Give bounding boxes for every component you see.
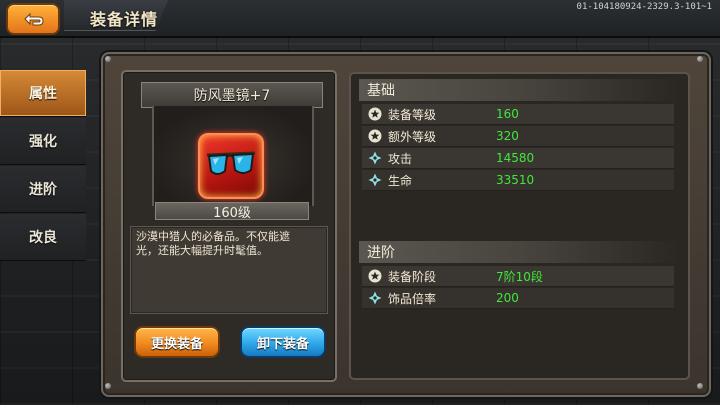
item-name: 防风墨镜+7 — [141, 82, 323, 108]
tab-improve[interactable]: 改良 — [0, 214, 86, 261]
stat-label: 装备等级 — [388, 107, 437, 122]
rivet-icon — [697, 56, 703, 62]
rivet-icon — [105, 56, 111, 62]
star-icon — [368, 129, 382, 143]
item-icon[interactable] — [198, 133, 264, 199]
replace-equipment-button[interactable]: 更换装备 — [134, 326, 220, 358]
section-basic-header: 基础 — [359, 79, 681, 101]
unequip-button[interactable]: 卸下装备 — [240, 326, 326, 358]
stat-label: 攻击 — [388, 151, 413, 166]
stat-value: 14580 — [496, 151, 535, 165]
stat-label: 装备阶段 — [388, 269, 437, 284]
sunglasses-icon — [206, 151, 256, 175]
stat-value: 320 — [496, 129, 519, 143]
stat-value: 160 — [496, 107, 519, 121]
stat-row: 装备等级 160 — [362, 104, 674, 125]
tab-attributes[interactable]: 属性 — [0, 70, 86, 117]
rivet-icon — [697, 383, 703, 389]
star-icon — [368, 107, 382, 121]
tab-label: 强化 — [29, 134, 57, 150]
stat-row: 装备阶段 7阶10段 — [362, 266, 674, 287]
stat-row: 攻击 14580 — [362, 148, 674, 169]
stat-label: 饰品倍率 — [388, 291, 437, 306]
back-button[interactable] — [6, 3, 60, 35]
diamond-icon — [368, 291, 382, 305]
section-title: 基础 — [367, 83, 395, 99]
back-arrow-icon — [24, 12, 44, 26]
diamond-icon — [368, 151, 382, 165]
button-label: 更换装备 — [150, 336, 203, 352]
rivet-icon — [105, 383, 111, 389]
top-bar: 装备详情 01-104180924-2329.3-101~1 — [0, 0, 720, 38]
tab-enhance[interactable]: 强化 — [0, 118, 86, 165]
page-title: 装备详情 — [90, 10, 159, 29]
diamond-icon — [368, 173, 382, 187]
item-description: 沙漠中猎人的必备品。不仅能遮光，还能大幅提升时髦值。 — [136, 230, 290, 257]
stat-value: 33510 — [496, 173, 535, 187]
tab-label: 属性 — [29, 86, 57, 102]
stat-value: 200 — [496, 291, 519, 305]
stat-row: 生命 33510 — [362, 170, 674, 191]
tab-advance[interactable]: 进阶 — [0, 166, 86, 213]
item-level: 160级 — [155, 202, 309, 221]
stat-label: 额外等级 — [388, 129, 437, 144]
section-advanced-header: 进阶 — [359, 241, 681, 263]
button-label: 卸下装备 — [256, 336, 309, 352]
stat-row: 额外等级 320 — [362, 126, 674, 147]
stat-label: 生命 — [388, 173, 413, 188]
tab-label: 改良 — [29, 230, 57, 246]
star-icon — [368, 269, 382, 283]
build-id: 01-104180924-2329.3-101~1 — [576, 2, 712, 12]
section-title: 进阶 — [367, 245, 395, 261]
tab-label: 进阶 — [29, 182, 57, 198]
stat-row: 饰品倍率 200 — [362, 288, 674, 309]
stat-value: 7阶10段 — [496, 269, 543, 284]
